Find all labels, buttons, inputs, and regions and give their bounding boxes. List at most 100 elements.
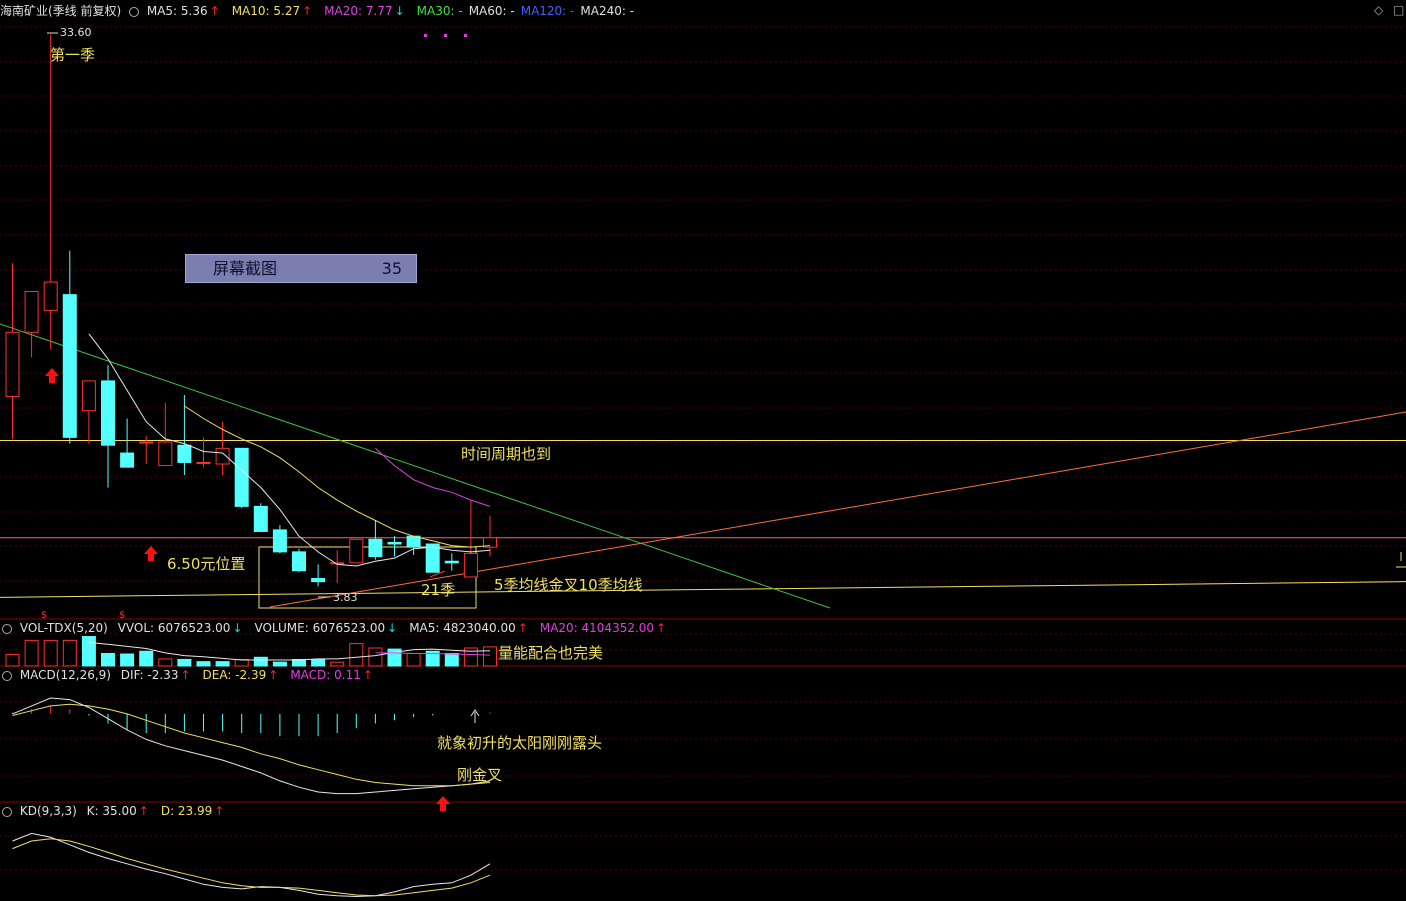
buy-arrow-icon [144,546,158,561]
ma-value-6: MA240: - [580,4,635,18]
volume-bar [158,658,173,667]
kd-panel-header: KD(9,3,3) K: 35.00 ↑ D: 23.99 ↑ [0,802,242,820]
screenshot-badge-label: 屏幕截图 [213,259,278,278]
vol-value-0: VVOL: 6076523.00 ↓ [117,621,243,635]
arrow-up-icon: ↑ [302,4,313,18]
candle-body [311,578,326,583]
main-panel-header: 海南矿业(季线 前复权) MA5: 5.36 ↑ MA10: 5.27 ↑ MA20: … [0,2,646,20]
candle-body [368,538,383,558]
volume-bar [120,653,135,667]
buy-arrow-icon [45,368,59,383]
candle-body [62,294,77,438]
candle-body [349,538,364,564]
ma-value-5: MA120: - [520,4,575,18]
arrow-down-icon: ↓ [232,621,243,635]
bottom-support-line [0,581,1406,598]
macd-value-1: DEA: -2.39 ↑ [202,668,279,682]
low-price-label: 3.83 [333,591,358,604]
arrow-down-icon: ↓ [387,621,398,635]
macd-indicator-name[interactable]: MACD(12,26,9) [20,668,111,682]
macd-panel-header: MACD(12,26,9) DIF: -2.33 ↑ DEA: -2.39 ↑ MACD… [0,666,391,684]
arrow-up-icon: ↑ [180,668,191,682]
indicator-toggle-icon[interactable] [2,623,12,634]
arrow-up-icon: ↑ [209,4,220,18]
arrow-up-icon: ↑ [656,621,667,635]
arrow-up-icon: ↑ [214,804,225,818]
sunrise-note: 就象初升的太阳刚刚露头 [437,734,603,752]
volume-bar [139,650,154,667]
candle-body [463,552,478,578]
volume-bar [101,652,115,667]
candle-body [234,447,249,507]
arrow-down-icon: ↓ [394,4,405,18]
screenshot-badge-count: 35 [381,259,402,278]
volume-bar [483,646,497,667]
high-price-label: 33.60 [60,26,92,39]
candle-body [139,441,154,444]
candle-body [101,380,115,446]
ascending-trendline [269,411,1406,608]
first-season-note: 第一季 [50,46,96,64]
ma-value-1: MA10: 5.27 ↑ [231,4,313,18]
time-cycle-note: 时间周期也到 [461,445,552,463]
ma-cross-note: 5季均线金叉10季均线 [494,576,643,594]
ma-value-0: MA5: 5.36 ↑ [146,4,220,18]
candle-body [120,452,135,468]
vol-value-3: MA20: 4104352.00 ↑ [539,621,667,635]
candle-body [272,529,287,553]
volume-bar [349,643,364,667]
candle-body [177,444,192,463]
candle-body [215,447,230,465]
candle-body [292,551,306,572]
macd-dif-line [12,697,491,795]
arrow-up-icon: ↑ [362,668,373,682]
season-21-note: 21季 [421,581,456,599]
indicator-toggle-icon[interactable] [2,806,12,817]
volume-bar [253,656,268,667]
window-restore-icon[interactable]: ◇ [1374,3,1383,17]
candle-body [387,541,402,545]
candle-body [81,380,96,412]
volume-indicator-name[interactable]: VOL-TDX(5,20) [20,621,108,635]
buy-arrow-icon [436,796,450,811]
volume-bar [444,652,459,667]
kd-d-line [12,838,491,897]
volume-bar [81,636,96,667]
indicator-toggle-icon[interactable] [129,6,140,17]
ma-dot-mark [464,34,467,37]
macd-dea-line [12,703,491,787]
kd-indicator-name[interactable]: KD(9,3,3) [20,804,77,818]
candle-body [253,505,268,532]
candle-body [158,441,173,467]
vol-value-2: MA5: 4823040.00 ↑ [409,621,528,635]
volume-bar [62,639,77,667]
ma-dot-mark [444,34,447,37]
golden-cross-note: 刚金叉 [457,766,503,784]
arrow-up-icon: ↑ [268,668,279,682]
ma-dot-mark [424,34,427,37]
ma5-line [88,333,491,567]
kd-value-0: K: 35.00 ↑ [86,804,149,818]
stock-chart[interactable]: $ $ [0,0,1406,901]
price-level-note: 6.50元位置 [167,555,246,573]
candle-body [196,461,211,464]
volume-bar [24,639,39,667]
indicator-toggle-icon[interactable] [2,670,12,681]
window-close-icon[interactable]: □ [1393,3,1404,17]
volume-bar [5,654,20,667]
stock-title[interactable]: 海南矿业(季线 前复权) [0,4,121,18]
arrow-up-icon: ↑ [138,804,149,818]
kd-value-1: D: 23.99 ↑ [160,804,225,818]
candle-body [330,562,345,565]
screenshot-badge[interactable]: 屏幕截图 35 [185,254,417,283]
candle-body [43,281,58,311]
vol-value-1: VOLUME: 6076523.00 ↓ [254,621,398,635]
ma-value-3: MA30: - [416,4,463,18]
candle-body [5,331,20,398]
volume-bar [43,639,58,667]
macd-value-2: MACD: 0.11 ↑ [290,668,373,682]
ma-value-4: MA60: - [468,4,515,18]
volume-note: 量能配合也完美 [498,644,604,662]
candle-body [24,290,39,333]
volume-bar [368,647,383,667]
